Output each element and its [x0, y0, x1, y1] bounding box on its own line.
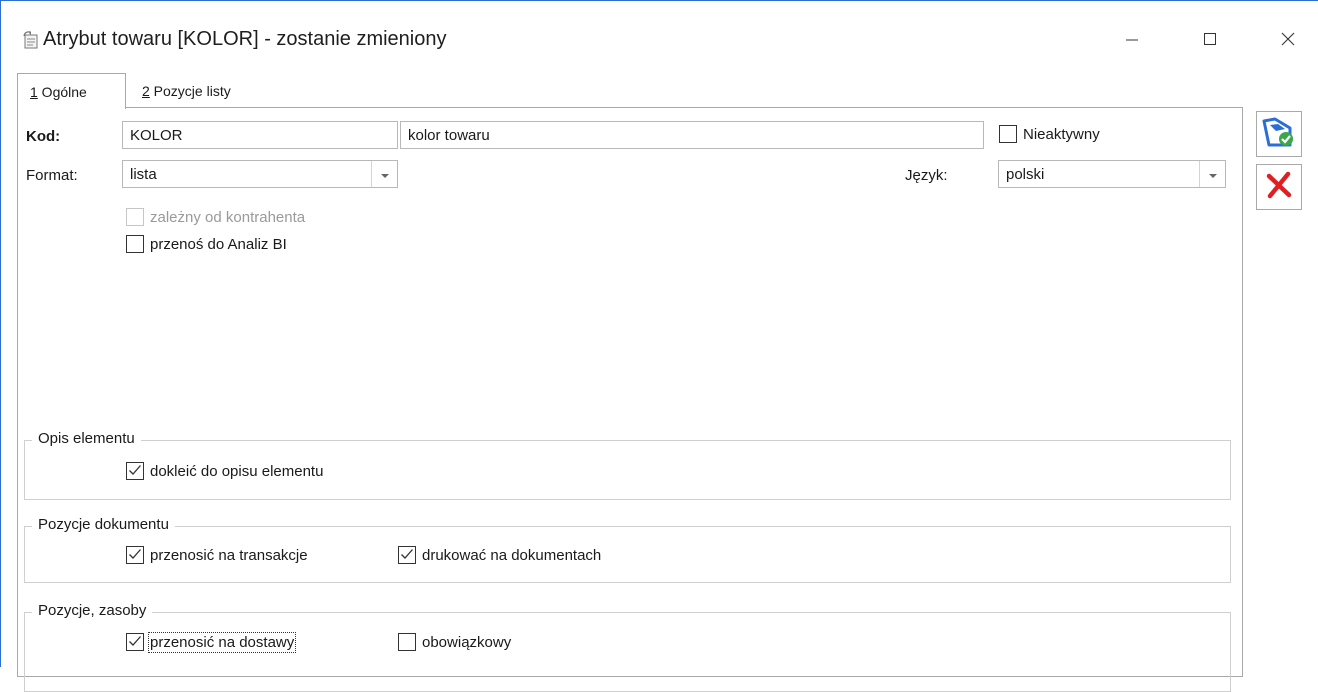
- minimize-icon: [1124, 31, 1140, 47]
- zalezny-label: zależny od kontrahenta: [150, 208, 306, 226]
- nazwa-input[interactable]: kolor towaru: [400, 121, 984, 149]
- format-value: lista: [130, 166, 157, 183]
- dokleic-label: dokleić do opisu elementu: [150, 462, 324, 480]
- zalezny-box: [126, 208, 144, 226]
- pozycje-dokumentu-title: Pozycje dokumentu: [32, 516, 175, 533]
- przenosic-transakcje-checkbox[interactable]: przenosić na transakcje: [126, 546, 308, 564]
- format-select[interactable]: lista: [122, 160, 398, 188]
- drukowac-label: drukować na dokumentach: [422, 546, 602, 564]
- tab-ogolne[interactable]: 1 Ogólne: [17, 73, 126, 109]
- przenosic-dostawy-checkbox[interactable]: przenosić na dostawy: [126, 631, 297, 653]
- save-button[interactable]: [1256, 111, 1302, 157]
- przenosic-transakcje-box[interactable]: [126, 546, 144, 564]
- przenosic-transakcje-label: przenosić na transakcje: [150, 546, 308, 564]
- dokleic-box[interactable]: [126, 462, 144, 480]
- close-icon: [1280, 31, 1296, 47]
- przenos-bi-checkbox[interactable]: przenoś do Analiz BI: [126, 235, 287, 253]
- window-title: Atrybut towaru [KOLOR] - zostanie zmieni…: [43, 28, 447, 50]
- przenos-bi-label: przenoś do Analiz BI: [150, 235, 287, 253]
- nazwa-value: kolor towaru: [408, 127, 490, 144]
- checkmark-icon: [400, 547, 414, 564]
- pozycje-dokumentu-group: Pozycje dokumentu przenosić na transakcj…: [24, 516, 1231, 583]
- opis-elementu-title: Opis elementu: [32, 430, 141, 447]
- pozycje-zasoby-group: Pozycje, zasoby przenosić na dostawy obo…: [24, 602, 1231, 692]
- kod-label: Kod:: [26, 128, 61, 145]
- nieaktywny-label: Nieaktywny: [1023, 125, 1100, 143]
- checkmark-icon: [128, 634, 142, 651]
- cancel-icon: [1264, 170, 1294, 204]
- save-icon: [1261, 115, 1297, 153]
- app-document-icon: [22, 30, 40, 50]
- kod-input[interactable]: KOLOR: [122, 121, 398, 149]
- tab-ogolne-label: Ogólne: [37, 84, 87, 100]
- nieaktywny-box[interactable]: [999, 125, 1017, 143]
- chevron-down-icon: [380, 166, 390, 183]
- checkmark-icon: [128, 547, 142, 564]
- format-label: Format:: [26, 167, 78, 184]
- chevron-down-icon: [1208, 166, 1218, 183]
- jezyk-dropdown-arrow[interactable]: [1199, 161, 1225, 187]
- opis-elementu-group: Opis elementu dokleić do opisu elementu: [24, 430, 1231, 500]
- tab-pozycje-listy-hotkey: 2: [142, 83, 150, 99]
- przenosic-dostawy-label: przenosić na dostawy: [147, 631, 297, 653]
- format-dropdown-arrow[interactable]: [371, 161, 397, 187]
- drukowac-checkbox[interactable]: drukować na dokumentach: [398, 546, 601, 564]
- jezyk-value: polski: [1006, 166, 1045, 183]
- nieaktywny-checkbox[interactable]: Nieaktywny: [999, 125, 1100, 143]
- tab-pozycje-listy-label: Pozycje listy: [149, 83, 231, 99]
- obowiazkowy-label: obowiązkowy: [422, 633, 512, 651]
- title-bar[interactable]: Atrybut towaru [KOLOR] - zostanie zmieni…: [1, 1, 1318, 67]
- minimize-button[interactable]: [1109, 19, 1155, 59]
- przenos-bi-box[interactable]: [126, 235, 144, 253]
- checkmark-icon: [128, 463, 142, 480]
- drukowac-box[interactable]: [398, 546, 416, 564]
- maximize-button[interactable]: [1187, 19, 1233, 59]
- obowiazkowy-box[interactable]: [398, 633, 416, 651]
- attribute-dialog-window: Atrybut towaru [KOLOR] - zostanie zmieni…: [0, 0, 1318, 692]
- cancel-button[interactable]: [1256, 164, 1302, 210]
- przenosic-dostawy-box[interactable]: [126, 633, 144, 651]
- tab-ogolne-hotkey: 1: [30, 84, 38, 100]
- dokleic-checkbox[interactable]: dokleić do opisu elementu: [126, 462, 323, 480]
- maximize-icon: [1202, 31, 1218, 47]
- obowiazkowy-checkbox[interactable]: obowiązkowy: [398, 633, 511, 651]
- kod-value: KOLOR: [130, 127, 183, 144]
- pozycje-zasoby-title: Pozycje, zasoby: [32, 602, 153, 619]
- tab-pozycje-listy[interactable]: 2 Pozycje listy: [130, 73, 270, 108]
- zalezny-checkbox: zależny od kontrahenta: [126, 208, 305, 226]
- close-button[interactable]: [1265, 19, 1311, 59]
- jezyk-label: Język:: [905, 167, 948, 184]
- jezyk-select[interactable]: polski: [998, 160, 1226, 188]
- general-tab-panel: Kod: KOLOR kolor towaru Nieaktywny Forma…: [17, 107, 1243, 692]
